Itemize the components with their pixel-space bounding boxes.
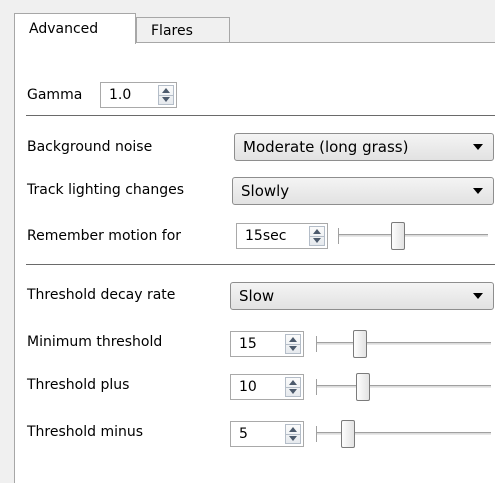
spin-down-icon[interactable] bbox=[289, 346, 297, 351]
spin-down-icon[interactable] bbox=[162, 97, 170, 102]
min-threshold-spin-buttons[interactable] bbox=[285, 334, 301, 354]
remember-motion-spin-buttons[interactable] bbox=[309, 226, 325, 246]
remember-motion-slider[interactable] bbox=[338, 222, 488, 252]
slider-tick bbox=[316, 336, 317, 352]
gamma-value: 1.0 bbox=[109, 87, 132, 103]
threshold-minus-value: 5 bbox=[239, 426, 248, 442]
tab-flares[interactable]: Flares bbox=[136, 17, 230, 43]
spin-up-icon[interactable] bbox=[162, 88, 170, 93]
gamma-spin-buttons[interactable] bbox=[158, 85, 174, 105]
chevron-down-icon bbox=[473, 144, 483, 150]
slider-tick bbox=[316, 379, 317, 395]
spin-up-icon[interactable] bbox=[289, 337, 297, 342]
background-noise-value: Moderate (long grass) bbox=[243, 138, 409, 156]
threshold-decay-value: Slow bbox=[239, 287, 275, 305]
gamma-label: Gamma bbox=[27, 87, 83, 103]
min-threshold-slider[interactable] bbox=[316, 330, 491, 360]
threshold-decay-label: Threshold decay rate bbox=[27, 287, 176, 303]
slider-thumb[interactable] bbox=[391, 222, 405, 250]
tab-advanced-label: Advanced bbox=[29, 21, 99, 37]
remember-motion-label: Remember motion for bbox=[27, 228, 182, 244]
slider-thumb[interactable] bbox=[353, 330, 367, 358]
slider-track bbox=[338, 234, 488, 237]
slider-track bbox=[316, 385, 491, 388]
slider-thumb[interactable] bbox=[356, 373, 370, 401]
threshold-plus-spin-buttons[interactable] bbox=[285, 377, 301, 397]
min-threshold-value: 15 bbox=[239, 336, 257, 352]
slider-tick bbox=[338, 228, 339, 244]
min-threshold-label: Minimum threshold bbox=[27, 334, 163, 350]
track-lighting-select[interactable]: Slowly bbox=[232, 177, 494, 205]
threshold-decay-select[interactable]: Slow bbox=[230, 282, 494, 310]
tab-advanced[interactable]: Advanced bbox=[14, 13, 136, 44]
threshold-minus-label: Threshold minus bbox=[27, 424, 144, 440]
gamma-spinbox[interactable]: 1.0 bbox=[100, 82, 177, 108]
spin-up-icon[interactable] bbox=[289, 427, 297, 432]
min-threshold-spinbox[interactable]: 15 bbox=[230, 331, 304, 357]
spin-up-icon[interactable] bbox=[289, 380, 297, 385]
threshold-plus-value: 10 bbox=[239, 379, 257, 395]
advanced-panel bbox=[14, 42, 495, 483]
threshold-plus-label: Threshold plus bbox=[27, 377, 130, 393]
threshold-minus-slider[interactable] bbox=[316, 420, 491, 450]
chevron-down-icon bbox=[473, 188, 483, 194]
spin-down-icon[interactable] bbox=[289, 389, 297, 394]
background-noise-label: Background noise bbox=[27, 139, 153, 155]
slider-track bbox=[316, 342, 491, 345]
background-noise-select[interactable]: Moderate (long grass) bbox=[234, 133, 494, 161]
spin-down-icon[interactable] bbox=[289, 436, 297, 441]
chevron-down-icon bbox=[473, 293, 483, 299]
track-lighting-label: Track lighting changes bbox=[27, 182, 185, 198]
spin-down-icon[interactable] bbox=[313, 238, 321, 243]
tab-flares-label: Flares bbox=[151, 23, 193, 39]
separator-1 bbox=[26, 115, 495, 116]
threshold-minus-spin-buttons[interactable] bbox=[285, 424, 301, 444]
track-lighting-value: Slowly bbox=[241, 182, 290, 200]
slider-thumb[interactable] bbox=[341, 420, 355, 448]
threshold-plus-spinbox[interactable]: 10 bbox=[230, 374, 304, 400]
remember-motion-spinbox[interactable]: 15sec bbox=[236, 223, 328, 249]
remember-motion-value: 15sec bbox=[245, 228, 287, 244]
spin-up-icon[interactable] bbox=[313, 229, 321, 234]
threshold-plus-slider[interactable] bbox=[316, 373, 491, 403]
separator-2 bbox=[26, 264, 495, 265]
slider-tick bbox=[316, 426, 317, 442]
threshold-minus-spinbox[interactable]: 5 bbox=[230, 421, 304, 447]
